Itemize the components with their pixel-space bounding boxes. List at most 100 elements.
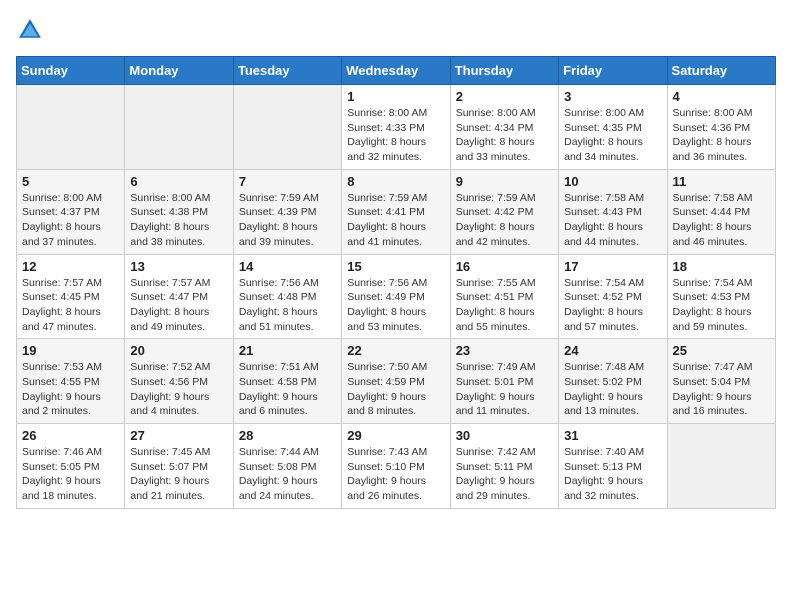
day-number: 3 [564, 89, 661, 104]
day-info: Sunrise: 7:56 AM Sunset: 4:48 PM Dayligh… [239, 276, 336, 335]
weekday-header-wednesday: Wednesday [342, 57, 450, 85]
calendar-cell [233, 85, 341, 170]
week-row-2: 5 Sunrise: 8:00 AM Sunset: 4:37 PM Daylig… [17, 169, 776, 254]
day-info: Sunrise: 7:58 AM Sunset: 4:43 PM Dayligh… [564, 191, 661, 250]
calendar-cell: 24 Sunrise: 7:48 AM Sunset: 5:02 PM Dayli… [559, 339, 667, 424]
calendar-cell: 2 Sunrise: 8:00 AM Sunset: 4:34 PM Daylig… [450, 85, 558, 170]
calendar-cell: 27 Sunrise: 7:45 AM Sunset: 5:07 PM Dayli… [125, 424, 233, 509]
day-number: 21 [239, 343, 336, 358]
day-info: Sunrise: 7:50 AM Sunset: 4:59 PM Dayligh… [347, 360, 444, 419]
day-number: 2 [456, 89, 553, 104]
day-info: Sunrise: 8:00 AM Sunset: 4:34 PM Dayligh… [456, 106, 553, 165]
calendar-cell: 15Sunrise: 7:56 AM Sunset: 4:49 PM Dayli… [342, 254, 450, 339]
calendar-cell: 29 Sunrise: 7:43 AM Sunset: 5:10 PM Dayli… [342, 424, 450, 509]
calendar-cell: 3 Sunrise: 8:00 AM Sunset: 4:35 PM Daylig… [559, 85, 667, 170]
calendar-cell: 20 Sunrise: 7:52 AM Sunset: 4:56 PM Dayli… [125, 339, 233, 424]
day-number: 26 [22, 428, 119, 443]
calendar-cell: 13 Sunrise: 7:57 AM Sunset: 4:47 PM Dayli… [125, 254, 233, 339]
day-number: 7 [239, 174, 336, 189]
calendar-cell: 6 Sunrise: 8:00 AM Sunset: 4:38 PM Daylig… [125, 169, 233, 254]
day-number: 18 [673, 259, 770, 274]
day-number: 5 [22, 174, 119, 189]
calendar-cell: 28 Sunrise: 7:44 AM Sunset: 5:08 PM Dayli… [233, 424, 341, 509]
day-info: Sunrise: 7:43 AM Sunset: 5:10 PM Dayligh… [347, 445, 444, 504]
calendar-cell: 23Sunrise: 7:49 AM Sunset: 5:01 PM Dayli… [450, 339, 558, 424]
day-number: 4 [673, 89, 770, 104]
calendar-cell: 14Sunrise: 7:56 AM Sunset: 4:48 PM Dayli… [233, 254, 341, 339]
logo-icon [16, 16, 44, 44]
weekday-header-friday: Friday [559, 57, 667, 85]
day-info: Sunrise: 7:59 AM Sunset: 4:41 PM Dayligh… [347, 191, 444, 250]
calendar-cell: 4Sunrise: 8:00 AM Sunset: 4:36 PM Daylig… [667, 85, 775, 170]
day-info: Sunrise: 7:44 AM Sunset: 5:08 PM Dayligh… [239, 445, 336, 504]
calendar-cell: 1 Sunrise: 8:00 AM Sunset: 4:33 PM Daylig… [342, 85, 450, 170]
logo [16, 16, 48, 44]
day-number: 1 [347, 89, 444, 104]
calendar-cell: 25 Sunrise: 7:47 AM Sunset: 5:04 PM Dayli… [667, 339, 775, 424]
calendar-body: 1 Sunrise: 8:00 AM Sunset: 4:33 PM Daylig… [17, 85, 776, 509]
day-info: Sunrise: 7:51 AM Sunset: 4:58 PM Dayligh… [239, 360, 336, 419]
calendar-cell [17, 85, 125, 170]
day-number: 9 [456, 174, 553, 189]
day-number: 29 [347, 428, 444, 443]
weekday-header-monday: Monday [125, 57, 233, 85]
day-info: Sunrise: 7:42 AM Sunset: 5:11 PM Dayligh… [456, 445, 553, 504]
day-info: Sunrise: 7:52 AM Sunset: 4:56 PM Dayligh… [130, 360, 227, 419]
day-info: Sunrise: 7:48 AM Sunset: 5:02 PM Dayligh… [564, 360, 661, 419]
calendar-cell: 11 Sunrise: 7:58 AM Sunset: 4:44 PM Dayli… [667, 169, 775, 254]
day-info: Sunrise: 7:54 AM Sunset: 4:52 PM Dayligh… [564, 276, 661, 335]
weekday-header-tuesday: Tuesday [233, 57, 341, 85]
calendar-cell: 5 Sunrise: 8:00 AM Sunset: 4:37 PM Daylig… [17, 169, 125, 254]
weekday-header-saturday: Saturday [667, 57, 775, 85]
calendar-cell: 22 Sunrise: 7:50 AM Sunset: 4:59 PM Dayli… [342, 339, 450, 424]
calendar-cell: 30 Sunrise: 7:42 AM Sunset: 5:11 PM Dayli… [450, 424, 558, 509]
day-info: Sunrise: 7:46 AM Sunset: 5:05 PM Dayligh… [22, 445, 119, 504]
day-info: Sunrise: 8:00 AM Sunset: 4:37 PM Dayligh… [22, 191, 119, 250]
day-info: Sunrise: 7:58 AM Sunset: 4:44 PM Dayligh… [673, 191, 770, 250]
day-number: 28 [239, 428, 336, 443]
day-number: 20 [130, 343, 227, 358]
day-info: Sunrise: 7:59 AM Sunset: 4:39 PM Dayligh… [239, 191, 336, 250]
week-row-3: 12Sunrise: 7:57 AM Sunset: 4:45 PM Dayli… [17, 254, 776, 339]
day-number: 13 [130, 259, 227, 274]
calendar-cell: 10Sunrise: 7:58 AM Sunset: 4:43 PM Dayli… [559, 169, 667, 254]
week-row-4: 19Sunrise: 7:53 AM Sunset: 4:55 PM Dayli… [17, 339, 776, 424]
calendar-cell [667, 424, 775, 509]
day-number: 22 [347, 343, 444, 358]
calendar-cell: 17 Sunrise: 7:54 AM Sunset: 4:52 PM Dayli… [559, 254, 667, 339]
day-number: 11 [673, 174, 770, 189]
day-number: 24 [564, 343, 661, 358]
calendar-cell: 18 Sunrise: 7:54 AM Sunset: 4:53 PM Dayli… [667, 254, 775, 339]
calendar-cell: 21 Sunrise: 7:51 AM Sunset: 4:58 PM Dayli… [233, 339, 341, 424]
day-number: 25 [673, 343, 770, 358]
day-info: Sunrise: 7:47 AM Sunset: 5:04 PM Dayligh… [673, 360, 770, 419]
day-info: Sunrise: 7:49 AM Sunset: 5:01 PM Dayligh… [456, 360, 553, 419]
calendar-cell [125, 85, 233, 170]
day-number: 27 [130, 428, 227, 443]
day-number: 17 [564, 259, 661, 274]
day-info: Sunrise: 7:54 AM Sunset: 4:53 PM Dayligh… [673, 276, 770, 335]
week-row-1: 1 Sunrise: 8:00 AM Sunset: 4:33 PM Daylig… [17, 85, 776, 170]
day-number: 31 [564, 428, 661, 443]
day-info: Sunrise: 7:55 AM Sunset: 4:51 PM Dayligh… [456, 276, 553, 335]
calendar-cell: 9 Sunrise: 7:59 AM Sunset: 4:42 PM Daylig… [450, 169, 558, 254]
day-info: Sunrise: 7:59 AM Sunset: 4:42 PM Dayligh… [456, 191, 553, 250]
calendar-cell: 31Sunrise: 7:40 AM Sunset: 5:13 PM Dayli… [559, 424, 667, 509]
week-row-5: 26 Sunrise: 7:46 AM Sunset: 5:05 PM Dayli… [17, 424, 776, 509]
calendar-table: SundayMondayTuesdayWednesdayThursdayFrid… [16, 56, 776, 509]
weekday-header-thursday: Thursday [450, 57, 558, 85]
day-info: Sunrise: 7:45 AM Sunset: 5:07 PM Dayligh… [130, 445, 227, 504]
day-info: Sunrise: 8:00 AM Sunset: 4:35 PM Dayligh… [564, 106, 661, 165]
day-number: 12 [22, 259, 119, 274]
calendar-header: SundayMondayTuesdayWednesdayThursdayFrid… [17, 57, 776, 85]
day-number: 6 [130, 174, 227, 189]
day-info: Sunrise: 8:00 AM Sunset: 4:33 PM Dayligh… [347, 106, 444, 165]
calendar-cell: 8Sunrise: 7:59 AM Sunset: 4:41 PM Daylig… [342, 169, 450, 254]
calendar-cell: 26 Sunrise: 7:46 AM Sunset: 5:05 PM Dayli… [17, 424, 125, 509]
day-info: Sunrise: 7:57 AM Sunset: 4:47 PM Dayligh… [130, 276, 227, 335]
calendar-cell: 19Sunrise: 7:53 AM Sunset: 4:55 PM Dayli… [17, 339, 125, 424]
day-info: Sunrise: 7:56 AM Sunset: 4:49 PM Dayligh… [347, 276, 444, 335]
day-info: Sunrise: 8:00 AM Sunset: 4:38 PM Dayligh… [130, 191, 227, 250]
calendar-cell: 16Sunrise: 7:55 AM Sunset: 4:51 PM Dayli… [450, 254, 558, 339]
day-number: 30 [456, 428, 553, 443]
